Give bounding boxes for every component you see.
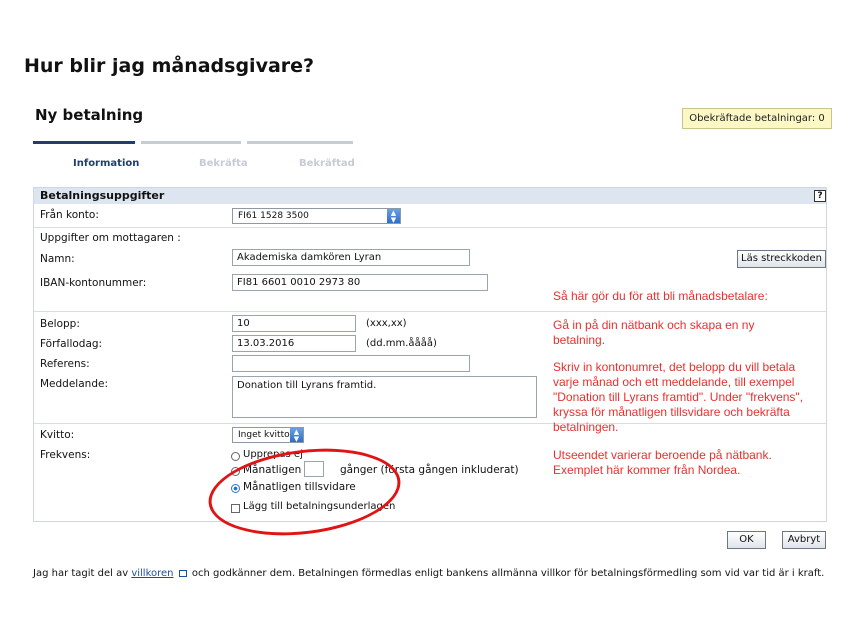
terms-text-after: och godkänner dem. Betalningen förmedlas… (191, 568, 825, 579)
ok-button[interactable]: OK (727, 531, 766, 549)
scan-barcode-button[interactable]: Läs streckkoden (737, 250, 826, 268)
receipt-label: Kvitto: (40, 429, 75, 441)
step-line-information (33, 141, 135, 144)
amount-label: Belopp: (40, 318, 80, 330)
instruction-line: Utseendet varierar beroende på nätbank. (553, 448, 772, 462)
instruction-line: Gå in på din nätbank och skapa en ny (553, 318, 755, 332)
from-account-select[interactable]: FI61 1528 3500 ▲ ▼ (232, 208, 401, 224)
instruction-heading: Så här gör du för att bli månadsbetalare… (553, 289, 768, 303)
step-line-confirmed (247, 141, 353, 144)
recipient-heading: Uppgifter om mottagaren : (40, 232, 181, 244)
frequency-label: Frekvens: (40, 449, 91, 461)
step-information: Information (73, 158, 140, 169)
updown-arrow-icon: ▲ ▼ (387, 209, 400, 223)
reference-input[interactable] (232, 355, 470, 372)
frequency-once-radio[interactable] (231, 452, 240, 461)
instruction-line: Exemplet här kommer från Nordea. (553, 463, 741, 477)
from-account-label: Från konto: (40, 209, 99, 221)
form-title: Ny betalning (35, 106, 144, 124)
receipt-select[interactable]: Inget kvitto ▲ ▼ (232, 427, 304, 443)
amount-input[interactable]: 10 (232, 315, 356, 332)
unconfirmed-payments-badge[interactable]: Obekräftade betalningar: 0 (682, 108, 832, 129)
due-date-label: Förfallodag: (40, 338, 103, 350)
instruction-line: Skriv in kontonumret, det belopp du vill… (553, 360, 796, 374)
name-input[interactable]: Akademiska damkören Lyran (232, 249, 470, 266)
external-link-icon[interactable] (178, 569, 187, 577)
updown-arrow-icon: ▲ ▼ (290, 428, 303, 442)
due-date-format-hint: (dd.mm.åååå) (366, 338, 437, 349)
instruction-line: kryssa för månatligen tillsvidare och be… (553, 405, 790, 419)
iban-input[interactable]: FI81 6601 0010 2973 80 (232, 274, 488, 291)
cancel-button[interactable]: Avbryt (782, 531, 826, 549)
reference-label: Referens: (40, 358, 90, 370)
divider (34, 227, 826, 228)
help-icon[interactable]: ? (814, 190, 826, 202)
instruction-line: betalningen. (553, 420, 619, 434)
divider (34, 311, 826, 312)
panel-header: Betalningsuppgifter (34, 188, 826, 204)
message-textarea[interactable]: Donation till Lyrans framtid. (232, 376, 537, 418)
message-label: Meddelande: (40, 378, 108, 390)
name-label: Namn: (40, 253, 75, 265)
amount-format-hint: (xxx,xx) (366, 318, 407, 329)
iban-label: IBAN-kontonummer: (40, 277, 147, 289)
terms-text-before: Jag har tagit del av (33, 568, 129, 579)
due-date-input[interactable]: 13.03.2016 (232, 335, 356, 352)
instruction-line: betalning. (553, 333, 606, 347)
receipt-value: Inget kvitto (238, 430, 290, 440)
instruction-line: varje månad och ett meddelande, till exe… (553, 375, 795, 389)
terms-footer: Jag har tagit del av villkoren och godkä… (33, 568, 824, 579)
page-title: Hur blir jag månadsgivare? (24, 55, 315, 77)
step-line-confirm (141, 141, 241, 144)
from-account-value: FI61 1528 3500 (238, 211, 309, 221)
step-confirmed: Bekräftad (299, 158, 355, 169)
terms-link[interactable]: villkoren (131, 568, 173, 579)
instruction-line: "Donation till Lyrans framtid". Under "f… (553, 390, 804, 404)
step-confirm: Bekräfta (199, 158, 248, 169)
divider (34, 423, 826, 424)
